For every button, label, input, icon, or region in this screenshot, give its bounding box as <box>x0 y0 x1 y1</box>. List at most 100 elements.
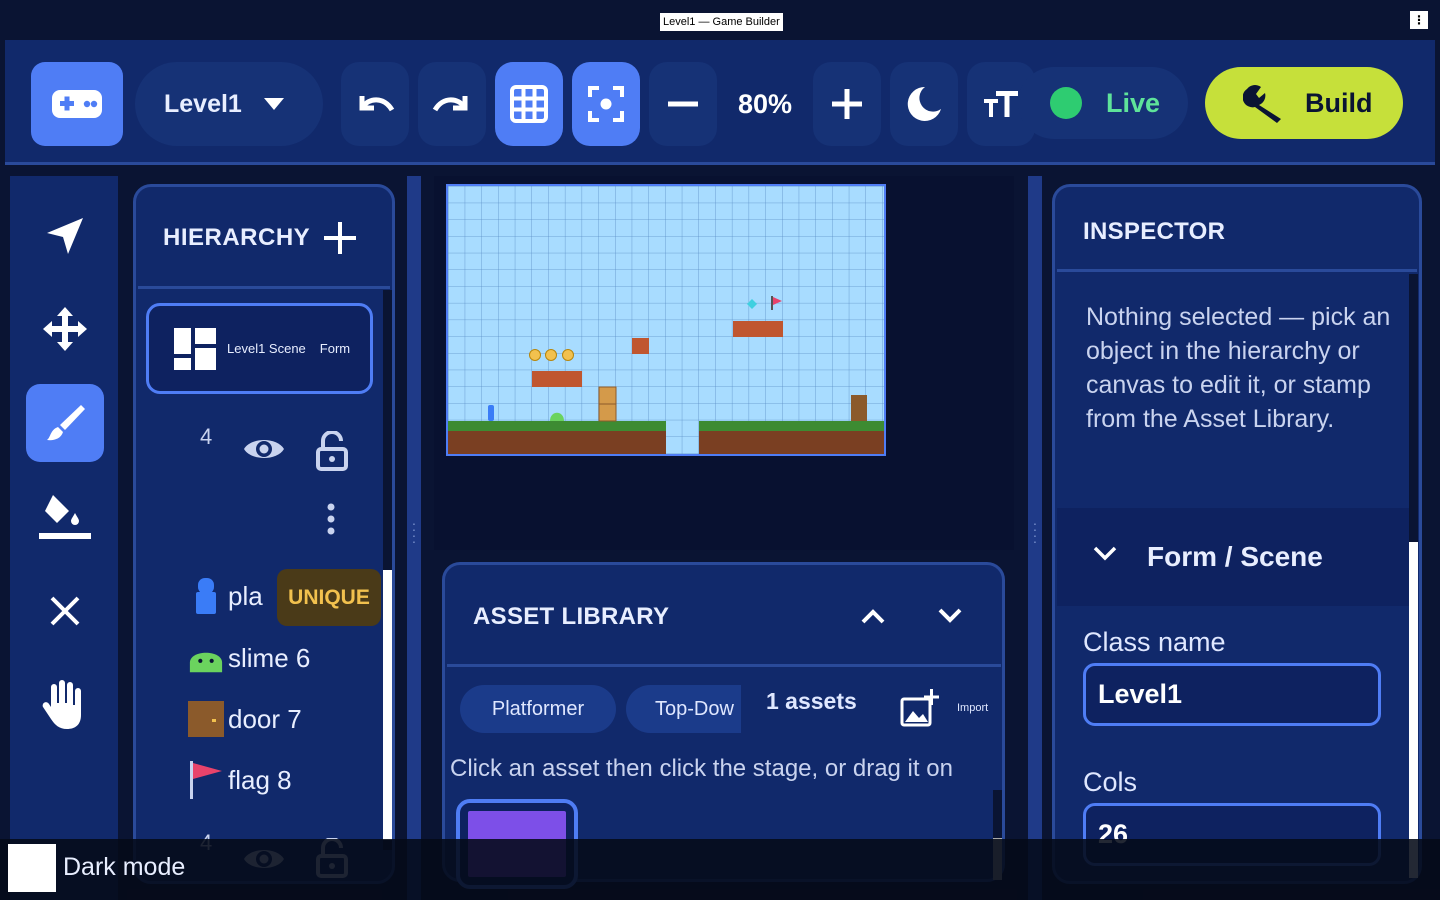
zoom-in-icon <box>832 89 862 119</box>
divider <box>447 664 1001 667</box>
entity-label: pla <box>228 580 263 611</box>
flag-icon <box>188 761 224 799</box>
window-title: Level1 — Game Builder <box>660 13 783 31</box>
close-icon <box>50 596 80 626</box>
player-icon <box>188 578 224 614</box>
zoom-level: 80% <box>737 89 793 119</box>
chevron-down-icon <box>938 608 962 623</box>
inspector-title: INSPECTOR <box>1083 218 1226 245</box>
entity-label: flag 8 <box>228 764 292 795</box>
dark-mode-bar <box>0 839 1440 900</box>
build-button[interactable]: Build <box>1205 67 1403 139</box>
focus-icon <box>588 86 624 122</box>
redo-button[interactable] <box>418 62 486 146</box>
gamepad-icon <box>52 90 102 118</box>
moon-icon <box>907 86 941 121</box>
asset-hint: Click an asset then click the stage, or … <box>450 755 953 782</box>
chevron-down-icon <box>1093 546 1117 561</box>
live-label: Live <box>1106 87 1161 118</box>
move-icon <box>43 307 87 351</box>
stage-scene <box>448 186 884 454</box>
zoom-out-icon <box>668 101 698 107</box>
plus-icon <box>324 222 356 254</box>
scene-name: Level1 Scene <box>227 341 306 356</box>
dark-mode-checkbox[interactable] <box>8 844 56 892</box>
chevron-down-icon <box>263 98 284 110</box>
door-icon <box>188 701 224 737</box>
layer-count: 4 <box>200 424 213 449</box>
fill-tool[interactable] <box>26 478 104 556</box>
section-title: Form / Scene <box>1147 541 1323 572</box>
inspector-empty-message: Nothing selected — pick an object in the… <box>1086 303 1391 433</box>
brush-icon <box>47 405 85 441</box>
divider <box>1057 269 1417 272</box>
brush-tool[interactable] <box>26 384 104 462</box>
entity-item-player[interactable]: pla <box>188 578 263 614</box>
visibility-toggle[interactable] <box>243 435 285 468</box>
drag-handle-icon: · · · · <box>411 515 417 549</box>
inspector-scroll-thumb[interactable] <box>1409 542 1418 878</box>
fill-icon <box>39 495 91 539</box>
entity-label: slime 6 <box>228 642 311 673</box>
import-button[interactable] <box>900 689 940 732</box>
hand-icon <box>42 680 81 729</box>
chevron-up-icon <box>861 609 885 624</box>
eye-icon <box>244 440 284 458</box>
collapse-down-button[interactable] <box>938 608 962 629</box>
move-tool[interactable] <box>26 290 104 368</box>
zoom-out-button[interactable] <box>649 62 717 146</box>
select-tool[interactable] <box>26 197 104 275</box>
live-status-dot <box>1050 87 1082 119</box>
tab-top-down[interactable]: Top-Dow <box>626 685 741 733</box>
import-label[interactable]: Import <box>957 702 988 714</box>
build-label: Build <box>1305 87 1373 118</box>
class-name-input[interactable]: Level1 <box>1083 663 1381 726</box>
undo-icon <box>359 96 395 112</box>
asset-count: 1 assets <box>766 688 857 714</box>
more-options-button[interactable] <box>326 503 336 540</box>
live-toggle[interactable]: Live <box>1018 67 1188 139</box>
game-mode-button[interactable] <box>31 62 123 146</box>
entity-item-slime[interactable]: slime 6 <box>188 640 310 676</box>
collapse-up-button[interactable] <box>861 608 885 629</box>
section-toggle[interactable] <box>1093 546 1117 567</box>
window-menu-button[interactable]: ⋮ <box>1410 11 1428 29</box>
slime-icon <box>188 640 224 676</box>
layout-icon <box>174 327 216 370</box>
text-size-icon <box>984 91 1018 117</box>
asset-library-title: ASSET LIBRARY <box>473 603 670 630</box>
entity-label: door 7 <box>228 703 302 734</box>
wrench-icon <box>1243 85 1281 123</box>
divider <box>138 286 390 289</box>
dark-mode-label: Dark mode <box>63 853 186 881</box>
entity-item-door[interactable]: door 7 <box>188 701 302 737</box>
redo-icon <box>432 96 468 112</box>
level-select[interactable]: Level1 <box>135 62 323 146</box>
theme-toggle-button[interactable] <box>890 62 958 146</box>
stage-canvas[interactable] <box>446 184 886 456</box>
hierarchy-scroll-thumb[interactable] <box>383 570 392 840</box>
focus-button[interactable] <box>572 62 640 146</box>
more-vertical-icon <box>327 503 335 535</box>
drag-handle-icon: · · · · <box>1032 515 1038 549</box>
grid-icon <box>510 85 548 123</box>
scene-item[interactable]: Level1 Scene Form <box>146 303 373 394</box>
add-image-icon <box>900 689 939 727</box>
lock-toggle[interactable] <box>315 430 349 476</box>
undo-button[interactable] <box>341 62 409 146</box>
pan-tool[interactable] <box>26 666 104 744</box>
hierarchy-add-button[interactable] <box>324 222 356 259</box>
zoom-in-button[interactable] <box>813 62 881 146</box>
unique-badge: UNIQUE <box>277 569 381 626</box>
grid-toggle-button[interactable] <box>495 62 563 146</box>
hierarchy-title: HIERARCHY <box>163 224 311 251</box>
erase-tool[interactable] <box>26 572 104 650</box>
select-arrow-icon <box>47 218 83 254</box>
entity-item-flag[interactable]: flag 8 <box>188 761 292 799</box>
lock-icon <box>316 430 348 471</box>
cols-label: Cols <box>1083 767 1138 797</box>
tab-platformer[interactable]: Platformer <box>460 685 616 733</box>
class-name-label: Class name <box>1083 627 1226 657</box>
level-select-value: Level1 <box>164 89 242 118</box>
scene-type: Form <box>319 341 351 356</box>
